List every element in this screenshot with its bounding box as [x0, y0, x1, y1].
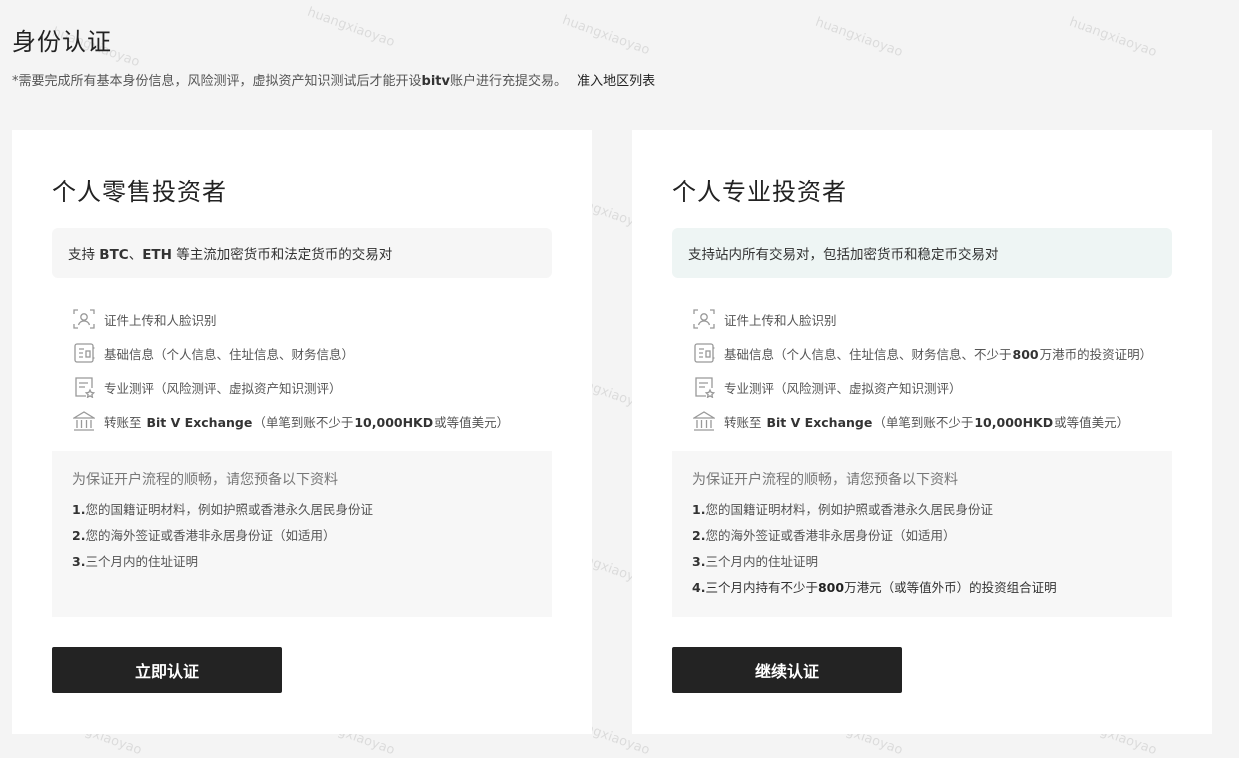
watermark: huangxiaoyao	[1067, 14, 1159, 61]
requirement-list: 证件上传和人脸识别 基础信息（个人信息、住址信息、财务信息、不少于800万港币的…	[692, 302, 1192, 438]
trading-scope-box: 支持 BTC、ETH 等主流加密货币和法定货币的交易对	[52, 228, 552, 278]
scope-text: 支持站内所有交易对，包括加密货币和稳定币交易对	[688, 247, 999, 263]
prep-item: 4.三个月内持有不少于800万港元（或等值外币）的投资组合证明	[692, 580, 1057, 595]
requirement-list: 证件上传和人脸识别 基础信息（个人信息、住址信息、财务信息） 专业测评（风险测评…	[72, 302, 572, 438]
notice-text-suffix: 账户进行充提交易。	[449, 74, 567, 89]
continue-verification-button[interactable]: 继续认证	[672, 647, 902, 693]
assessment-doc-icon	[692, 375, 716, 399]
assessment-doc-icon	[72, 375, 96, 399]
card-title: 个人零售投资者	[52, 178, 227, 206]
watermark: huangxiaoyao	[560, 12, 652, 59]
verify-now-button[interactable]: 立即认证	[52, 647, 282, 693]
bank-icon	[692, 409, 716, 433]
trading-scope-box: 支持站内所有交易对，包括加密货币和稳定币交易对	[672, 228, 1172, 278]
requirement-id-upload: 证件上传和人脸识别	[692, 302, 1192, 336]
requirement-basic-info: 基础信息（个人信息、住址信息、财务信息、不少于800万港币的投资证明）	[692, 336, 1192, 370]
watermark: huangxiaoyao	[813, 14, 905, 61]
prep-item: 2.您的海外签证或香港非永居身份证（如适用）	[72, 528, 336, 543]
prep-title: 为保证开户流程的顺畅，请您预备以下资料	[72, 472, 338, 488]
requirement-assessment: 专业测评（风险测评、虚拟资产知识测评）	[692, 370, 1192, 404]
info-form-icon	[692, 341, 716, 365]
requirement-basic-info: 基础信息（个人信息、住址信息、财务信息）	[72, 336, 572, 370]
prep-title: 为保证开户流程的顺畅，请您预备以下资料	[692, 472, 958, 488]
requirement-assessment: 专业测评（风险测评、虚拟资产知识测评）	[72, 370, 572, 404]
prep-item: 1.您的国籍证明材料，例如护照或香港永久居民身份证	[692, 502, 993, 517]
requirement-transfer: 转账至 Bit V Exchange（单笔到账不少于10,000HKD或等值美元…	[72, 404, 572, 438]
face-scan-icon	[72, 307, 96, 331]
prep-item: 3.三个月内的住址证明	[692, 554, 818, 569]
scope-text: 支持 BTC、ETH 等主流加密货币和法定货币的交易对	[68, 247, 393, 263]
requirement-id-upload: 证件上传和人脸识别	[72, 302, 572, 336]
notice-brand: bitv	[421, 74, 450, 89]
region-list-link[interactable]: 准入地区列表	[577, 74, 655, 89]
prep-item: 2.您的海外签证或香港非永居身份证（如适用）	[692, 528, 956, 543]
notice-text: *需要完成所有基本身份信息，风险测评，虚拟资产知识测试后才能开设	[12, 74, 422, 89]
preparation-materials-box: 为保证开户流程的顺畅，请您预备以下资料 1.您的国籍证明材料，例如护照或香港永久…	[672, 451, 1172, 617]
preparation-materials-box: 为保证开户流程的顺畅，请您预备以下资料 1.您的国籍证明材料，例如护照或香港永久…	[52, 451, 552, 617]
bank-icon	[72, 409, 96, 433]
professional-investor-card: 个人专业投资者 支持站内所有交易对，包括加密货币和稳定币交易对 证件上传和人脸识…	[632, 130, 1212, 734]
face-scan-icon	[692, 307, 716, 331]
prep-item: 1.您的国籍证明材料，例如护照或香港永久居民身份证	[72, 502, 373, 517]
card-title: 个人专业投资者	[672, 178, 847, 206]
account-requirements-notice: *需要完成所有基本身份信息，风险测评，虚拟资产知识测试后才能开设bitv账户进行…	[12, 70, 655, 89]
prep-item: 3.三个月内的住址证明	[72, 554, 198, 569]
info-form-icon	[72, 341, 96, 365]
page-title: 身份认证	[12, 28, 112, 56]
retail-investor-card: 个人零售投资者 支持 BTC、ETH 等主流加密货币和法定货币的交易对 证件上传…	[12, 130, 592, 734]
requirement-transfer: 转账至 Bit V Exchange（单笔到账不少于10,000HKD或等值美元…	[692, 404, 1192, 438]
watermark: huangxiaoyao	[305, 4, 397, 51]
